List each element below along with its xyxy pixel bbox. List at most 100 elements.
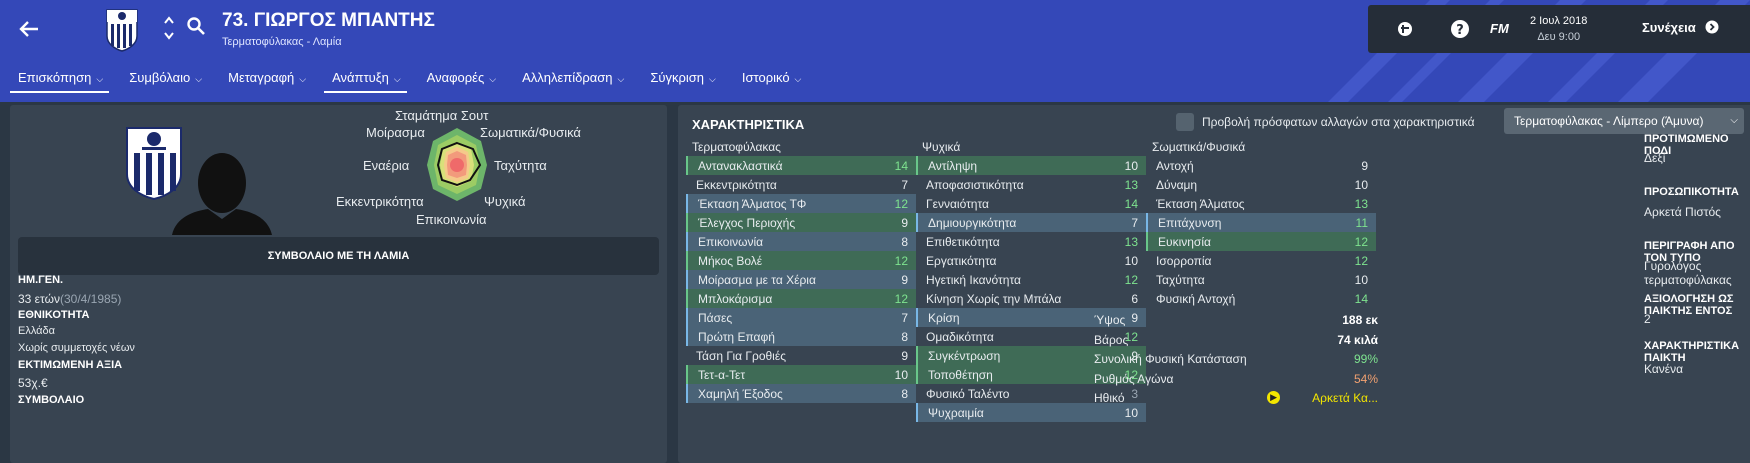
attribute-name: Έκταση Άλματος ΤΦ <box>698 197 807 211</box>
tab-development[interactable]: Ανάπτυξη ⌵ <box>324 70 407 93</box>
personality-value: Αρκετά Πιστός <box>1644 205 1721 219</box>
foot-value: Δεξί <box>1644 151 1666 165</box>
attribute-name: Επιτάχυνση <box>1158 216 1222 230</box>
contract-header-button[interactable]: ΣΥΜΒΟΛΑΙΟ ΜΕ ΤΗ ΛΑΜΙΑ <box>18 237 659 275</box>
attribute-row[interactable]: Πάσες 7 <box>686 308 916 327</box>
attribute-row[interactable]: Φυσική Αντοχή 14 <box>1146 289 1376 308</box>
attribute-name: Φυσική Αντοχή <box>1156 292 1236 306</box>
chevron-down-icon: ⌵ <box>489 74 497 84</box>
attribute-value: 12 <box>894 254 908 268</box>
profile-row: Βάρος 74 κιλά <box>1088 330 1378 349</box>
attribute-row[interactable]: Έλεγχος Περιοχής 9 <box>686 213 916 232</box>
role-select-value: Τερματοφύλακας - Λίμπερο (Άμυνα) <box>1514 114 1704 128</box>
attribute-row[interactable]: Γενναιότητα 14 <box>916 194 1146 213</box>
tab-transfer[interactable]: Μεταγραφή ⌵ <box>220 70 312 93</box>
attribute-row[interactable]: Ευκινησία 12 <box>1146 232 1376 251</box>
profile-label: Βάρος <box>1094 332 1129 347</box>
attribute-row[interactable]: Μπλοκάρισμα 12 <box>686 289 916 308</box>
mental-heading: Ψυχικά <box>922 140 961 154</box>
dob-text: (30/4/1985) <box>59 292 122 306</box>
attribute-value: 9 <box>901 349 908 363</box>
attribute-row[interactable]: Επιθετικότητα 13 <box>916 232 1146 251</box>
attribute-row[interactable]: Τετ-α-Τετ 10 <box>686 365 916 384</box>
attribute-row[interactable]: Εργατικότητα 10 <box>916 251 1146 270</box>
attribute-name: Εκκεντρικότητα <box>696 178 777 192</box>
attribute-name: Μπλοκάρισμα <box>698 292 773 306</box>
attribute-row[interactable]: Ηγετική Ικανότητα 12 <box>916 270 1146 289</box>
attribute-row[interactable]: Εκκεντρικότητα 7 <box>686 175 916 194</box>
contract-heading: ΣΥΜΒΟΛΑΙΟ <box>18 394 85 406</box>
search-icon[interactable] <box>186 16 206 41</box>
profile-value: 99% <box>1353 352 1378 366</box>
tab-contract[interactable]: Συμβόλαιο ⌵ <box>121 70 208 93</box>
player-name: 73. ΓΙΩΡΓΟΣ ΜΠΑΝΤΗΣ <box>222 10 435 31</box>
tab-interaction[interactable]: Αλληλεπίδραση ⌵ <box>514 70 630 93</box>
attribute-row[interactable]: Αντίληψη 10 <box>916 156 1146 175</box>
attribute-name: Τετ-α-Τετ <box>698 368 746 382</box>
attribute-name: Πάσες <box>698 311 733 325</box>
chevron-down-icon: ⌵ <box>794 74 802 84</box>
fm-logo-icon[interactable]: FM <box>1490 21 1509 36</box>
attribute-value: 13 <box>1124 235 1138 249</box>
tab-bar: Επισκόπηση ⌵ Συμβόλαιο ⌵ Μεταγραφή ⌵ Ανάπτυ… <box>10 70 819 93</box>
radar-label-speed: Ταχύτητα <box>494 158 547 173</box>
tab-comparison[interactable]: Σύγκριση ⌵ <box>642 70 722 93</box>
profile-label: Συνολική Φυσική Κατάσταση <box>1094 352 1247 366</box>
profile-value: 54% <box>1353 371 1378 386</box>
up-down-arrows-icon[interactable] <box>163 15 175 45</box>
chevron-down-icon: ⌵ <box>96 74 104 84</box>
attribute-name: Εργατικότητα <box>926 254 997 268</box>
attribute-row[interactable]: Έκταση Άλματος ΤΦ 12 <box>686 194 916 213</box>
attribute-row[interactable]: Ισορροπία 12 <box>1146 251 1376 270</box>
attribute-row[interactable]: Επιτάχυνση 11 <box>1146 213 1376 232</box>
attribute-name: Αντίληψη <box>928 159 978 173</box>
svg-text:?: ? <box>1456 23 1464 38</box>
attributes-panel: ΧΑΡΑΚΤΗΡΙΣΤΙΚΑ Προβολή πρόσφατων αλλαγών… <box>678 105 1750 463</box>
youth-caps-value: Χωρίς συμμετοχές νέων <box>18 342 135 354</box>
attribute-value: 6 <box>1131 292 1138 306</box>
attribute-row[interactable]: Πρώτη Επαφή 8 <box>686 327 916 346</box>
tab-overview[interactable]: Επισκόπηση ⌵ <box>10 70 110 93</box>
help-icon[interactable]: ? <box>1450 19 1470 43</box>
radar-label-aerial: Εναέρια <box>363 158 410 173</box>
attribute-row[interactable]: Επικοινωνία 8 <box>686 232 916 251</box>
back-arrow-icon[interactable] <box>18 16 40 47</box>
chevron-down-icon: ⌵ <box>617 74 625 84</box>
attribute-row[interactable]: Δύναμη 10 <box>1146 175 1376 194</box>
attribute-row[interactable]: Κίνηση Χωρίς την Μπάλα 6 <box>916 289 1146 308</box>
radar-label-eccentricity: Εκκεντρικότητα <box>336 194 424 209</box>
continue-arrow-icon <box>1705 20 1719 34</box>
nationality-heading: ΕΘΝΙΚΟΤΗΤΑ <box>18 309 90 321</box>
role-select[interactable]: Τερματοφύλακας - Λίμπερο (Άμυνα) ⌵ <box>1504 108 1744 134</box>
attribute-value: 14 <box>894 159 908 173</box>
attribute-row[interactable]: Ταχύτητα 10 <box>1146 270 1376 289</box>
attribute-row[interactable]: Αντοχή 9 <box>1146 156 1376 175</box>
attribute-row[interactable]: Χαμηλή Έξοδος 8 <box>686 384 916 403</box>
personality-heading: ΠΡΟΣΩΠΙΚΟΤΗΤΑ <box>1644 186 1739 198</box>
chevron-down-icon: ⌵ <box>709 74 716 84</box>
chevron-down-icon: ⌵ <box>195 74 203 84</box>
attribute-row[interactable]: Έκταση Άλματος 13 <box>1146 194 1376 213</box>
continue-button[interactable]: Συνέχεια <box>1642 20 1719 35</box>
attribute-name: Τάση Για Γροθιές <box>696 349 786 363</box>
attribute-row[interactable]: Δημιουργικότητα 7 <box>916 213 1146 232</box>
chevron-down-icon: ⌵ <box>299 74 307 84</box>
attribute-name: Φυσικό Ταλέντο <box>926 387 1010 401</box>
attribute-row[interactable]: Τάση Για Γροθιές 9 <box>686 346 916 365</box>
social-icon[interactable] <box>1396 20 1414 42</box>
age-value: 33 ετών(30/4/1985) <box>18 292 121 306</box>
tab-history[interactable]: Ιστορικό ⌵ <box>734 70 808 93</box>
attribute-row[interactable]: Αντανακλαστικά 14 <box>686 156 916 175</box>
recent-changes-checkbox[interactable] <box>1176 113 1194 131</box>
attribute-row[interactable]: Μήκος Βολέ 12 <box>686 251 916 270</box>
attribute-value: 8 <box>901 330 908 344</box>
attribute-name: Ηγετική Ικανότητα <box>926 273 1021 287</box>
attribute-name: Επικοινωνία <box>698 235 764 249</box>
attribute-row[interactable]: Μοίρασμα με τα Χέρια 9 <box>686 270 916 289</box>
attribute-name: Χαμηλή Έξοδος <box>698 387 783 401</box>
attribute-row[interactable]: Αποφασιστικότητα 13 <box>916 175 1146 194</box>
attribute-name: Αντανακλαστικά <box>698 159 783 173</box>
attribute-value: 11 <box>1355 216 1368 230</box>
tab-reports[interactable]: Αναφορές ⌵ <box>419 70 502 93</box>
attribute-name: Δημιουργικότητα <box>928 216 1017 230</box>
